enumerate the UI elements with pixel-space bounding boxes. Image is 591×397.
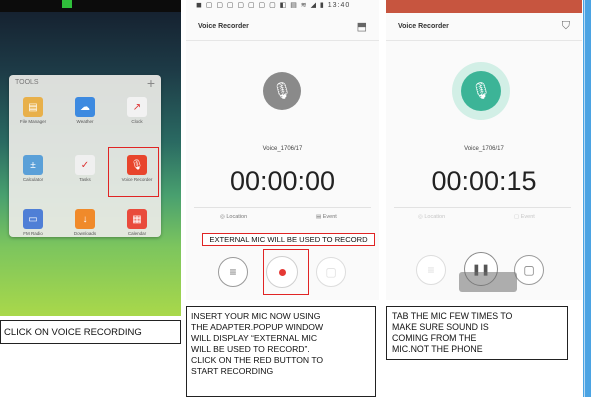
divider — [194, 207, 371, 208]
caption-step-3: TAB THE MIC FEW TIMES TO MAKE SURE SOUND… — [386, 306, 568, 360]
app-label: File Manager — [19, 119, 47, 124]
calculator-icon: ± — [23, 155, 43, 175]
voice-recorder-highlight — [108, 147, 159, 197]
edge-line — [584, 0, 585, 397]
event-button: ▢ Event — [514, 214, 535, 220]
weather-icon: ☁ — [75, 97, 95, 117]
caption-step-2: INSERT YOUR MIC NOW USING THE ADAPTER.PO… — [186, 306, 376, 397]
caption-line: COMING FROM THE — [392, 333, 477, 343]
downloads-icon: ↓ — [75, 209, 95, 229]
app-label: Calendar — [127, 231, 147, 236]
app-fm-radio[interactable]: ▭ FM Radio — [13, 209, 53, 236]
caption-line: MIC.NOT THE PHONE — [392, 344, 483, 354]
tasks-icon: ✓ — [75, 155, 95, 175]
page-edge-strip — [583, 0, 591, 397]
app-bar: Voice Recorder ⛉ — [386, 14, 582, 41]
app-bar: Voice Recorder ⬒ — [186, 14, 379, 41]
location-button[interactable]: ◎ Location — [220, 214, 247, 220]
fm-radio-icon: ▭ — [23, 209, 43, 229]
app-downloads[interactable]: ↓ Downloads — [65, 209, 105, 236]
stop-icon: ▢ — [523, 263, 535, 277]
app-label: Weather — [76, 119, 94, 124]
caption-step-1: CLICK ON VOICE RECORDING — [0, 320, 181, 344]
stop-button[interactable]: ▢ — [514, 255, 544, 285]
share-icon[interactable]: ⬒ — [357, 20, 367, 33]
recorder-recording-panel: Voice Recorder ⛉ 🎙 Voice_1706/17 00:00:1… — [386, 0, 582, 300]
list-button[interactable]: ≡ — [218, 257, 248, 287]
caption-line: START RECORDING — [191, 366, 274, 376]
list-icon: ≡ — [229, 265, 237, 279]
stop-icon: ▢ — [325, 265, 337, 279]
file-name: Voice_1706/17 — [464, 146, 504, 152]
status-bar: ◼ ▢ ▢ ▢ ▢ ▢ ▢ ▢ ◧ ▤ ≋ ◢ ▮ 13:40 — [196, 2, 351, 9]
notification-mark — [62, 0, 72, 8]
caption-line: MAKE SURE SOUND IS — [392, 322, 489, 332]
stop-button[interactable]: ▢ — [316, 257, 346, 287]
record-button-highlight — [263, 249, 309, 295]
folder-title: TOOLS — [15, 79, 39, 86]
app-file-manager[interactable]: ▤ File Manager — [13, 97, 53, 124]
app-label: FM Radio — [23, 231, 43, 236]
clock-icon: ↗ — [127, 97, 147, 117]
app-label: Clock — [131, 119, 143, 124]
caption-line: INSERT YOUR MIC NOW USING — [191, 311, 321, 321]
app-weather[interactable]: ☁ Weather — [65, 97, 105, 124]
toast-overlay — [459, 272, 517, 292]
caption-line: CLICK ON THE RED BUTTON TO — [191, 355, 324, 365]
list-button: ≡ — [416, 255, 446, 285]
app-calendar[interactable]: ▦ Calendar — [117, 209, 157, 236]
app-label: Downloads — [73, 231, 97, 236]
list-icon: ≡ — [427, 263, 435, 277]
add-icon[interactable]: + — [147, 75, 155, 91]
caption-line: WILL BE USED TO RECORD”. — [191, 344, 310, 354]
file-manager-icon: ▤ — [23, 97, 43, 117]
timer: 00:00:00 — [229, 166, 336, 196]
timer: 00:00:15 — [431, 166, 537, 196]
home-screen-panel: TOOLS + ▤ File Manager ☁ Weather ↗ Clock… — [0, 0, 181, 316]
calendar-icon: ▦ — [127, 209, 147, 229]
app-title: Voice Recorder — [398, 23, 449, 30]
app-clock[interactable]: ↗ Clock — [117, 97, 157, 124]
location-button: ◎ Location — [418, 214, 446, 220]
app-label: Calculator — [22, 177, 44, 182]
caption-line: WILL DISPLAY “EXTERNAL MIC — [191, 333, 318, 343]
status-bar — [386, 0, 582, 13]
divider — [394, 207, 571, 208]
mic-icon: 🎙 — [461, 71, 501, 111]
caption-line: THE ADAPTER.POPUP WINDOW — [191, 322, 324, 332]
app-calculator[interactable]: ± Calculator — [13, 155, 53, 182]
recording-mic-indicator[interactable]: 🎙 — [452, 62, 510, 120]
file-name: Voice_1706/17 — [262, 146, 303, 152]
bookmark-icon[interactable]: ⛉ — [562, 20, 570, 33]
caption-line: TAB THE MIC FEW TIMES TO — [392, 311, 513, 321]
app-label: Tasks — [79, 177, 91, 182]
app-title: Voice Recorder — [198, 23, 249, 30]
mic-icon: 🎙 — [263, 72, 301, 110]
event-button[interactable]: ▤ Event — [316, 214, 337, 220]
external-mic-notice: EXTERNAL MIC WILL BE USED TO RECORD — [202, 233, 375, 246]
status-bar — [0, 0, 181, 12]
app-tasks[interactable]: ✓ Tasks — [65, 155, 105, 182]
